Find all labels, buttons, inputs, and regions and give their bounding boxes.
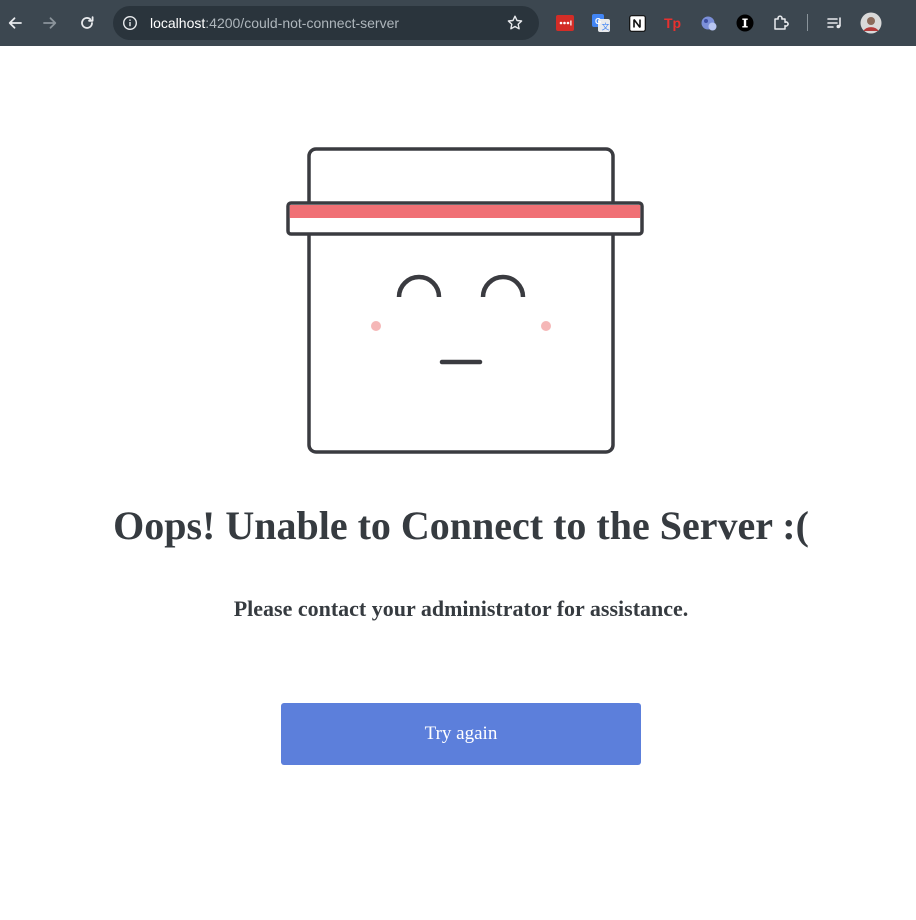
box-mascot-illustration (286, 147, 644, 454)
bookmark-star-icon[interactable] (506, 14, 524, 32)
tp-icon[interactable]: Tp (663, 13, 683, 33)
browser-toolbar: localhost:4200/could-not-connect-server … (0, 0, 916, 46)
svg-text:G: G (595, 17, 601, 26)
globe-extension-icon[interactable] (699, 13, 719, 33)
mascot-headband-stripe (289, 205, 641, 218)
arrow-right-icon (43, 17, 57, 29)
lastpass-icon[interactable] (555, 13, 575, 33)
mascot-left-blush (371, 321, 381, 331)
site-info-icon[interactable] (122, 15, 138, 31)
try-again-button[interactable]: Try again (281, 703, 641, 765)
error-title: Oops! Unable to Connect to the Server :( (113, 503, 809, 548)
extensions-puzzle-icon[interactable] (771, 13, 791, 33)
reload-button[interactable] (73, 9, 101, 37)
reload-icon (81, 16, 94, 29)
mascot-body (307, 147, 615, 454)
profile-avatar[interactable] (860, 12, 882, 34)
url-text: localhost:4200/could-not-connect-server (150, 15, 399, 31)
notion-icon[interactable] (627, 13, 647, 33)
arrow-left-icon (8, 17, 22, 29)
reading-list-icon[interactable] (825, 13, 845, 33)
mascot-right-blush (541, 321, 551, 331)
forward-button[interactable] (36, 9, 64, 37)
svg-text:文: 文 (602, 22, 610, 32)
google-translate-icon[interactable]: G 文 (591, 13, 611, 33)
svg-text:Tp: Tp (664, 15, 681, 31)
url-path: :4200/could-not-connect-server (205, 15, 400, 31)
error-message: Please contact your administrator for as… (233, 596, 689, 621)
address-bar[interactable]: localhost:4200/could-not-connect-server (113, 6, 539, 40)
toolbar-divider (807, 14, 808, 31)
info-i-icon[interactable] (735, 13, 755, 33)
url-host: localhost (150, 15, 206, 31)
back-button[interactable] (1, 9, 29, 37)
